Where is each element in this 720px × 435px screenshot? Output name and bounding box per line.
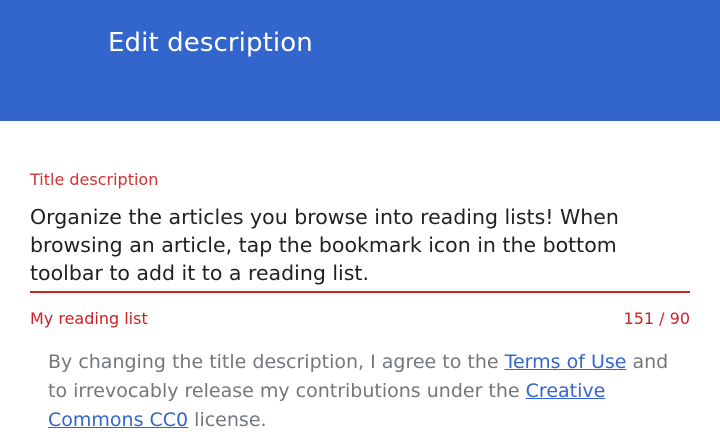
character-counter: 151 / 90 — [623, 309, 690, 328]
license-prefix: By changing the title description, I agr… — [48, 351, 505, 373]
license-notice: By changing the title description, I agr… — [48, 348, 688, 435]
title-description-input[interactable]: Organize the articles you browse into re… — [30, 203, 690, 287]
helper-text: My reading list — [30, 309, 148, 328]
input-underline — [30, 291, 690, 293]
license-suffix: license. — [188, 409, 267, 431]
title-description-label: Title description — [30, 170, 159, 189]
app-bar: Edit description — [0, 0, 720, 121]
page-title: Edit description — [108, 28, 313, 58]
terms-of-use-link[interactable]: Terms of Use — [505, 351, 627, 373]
